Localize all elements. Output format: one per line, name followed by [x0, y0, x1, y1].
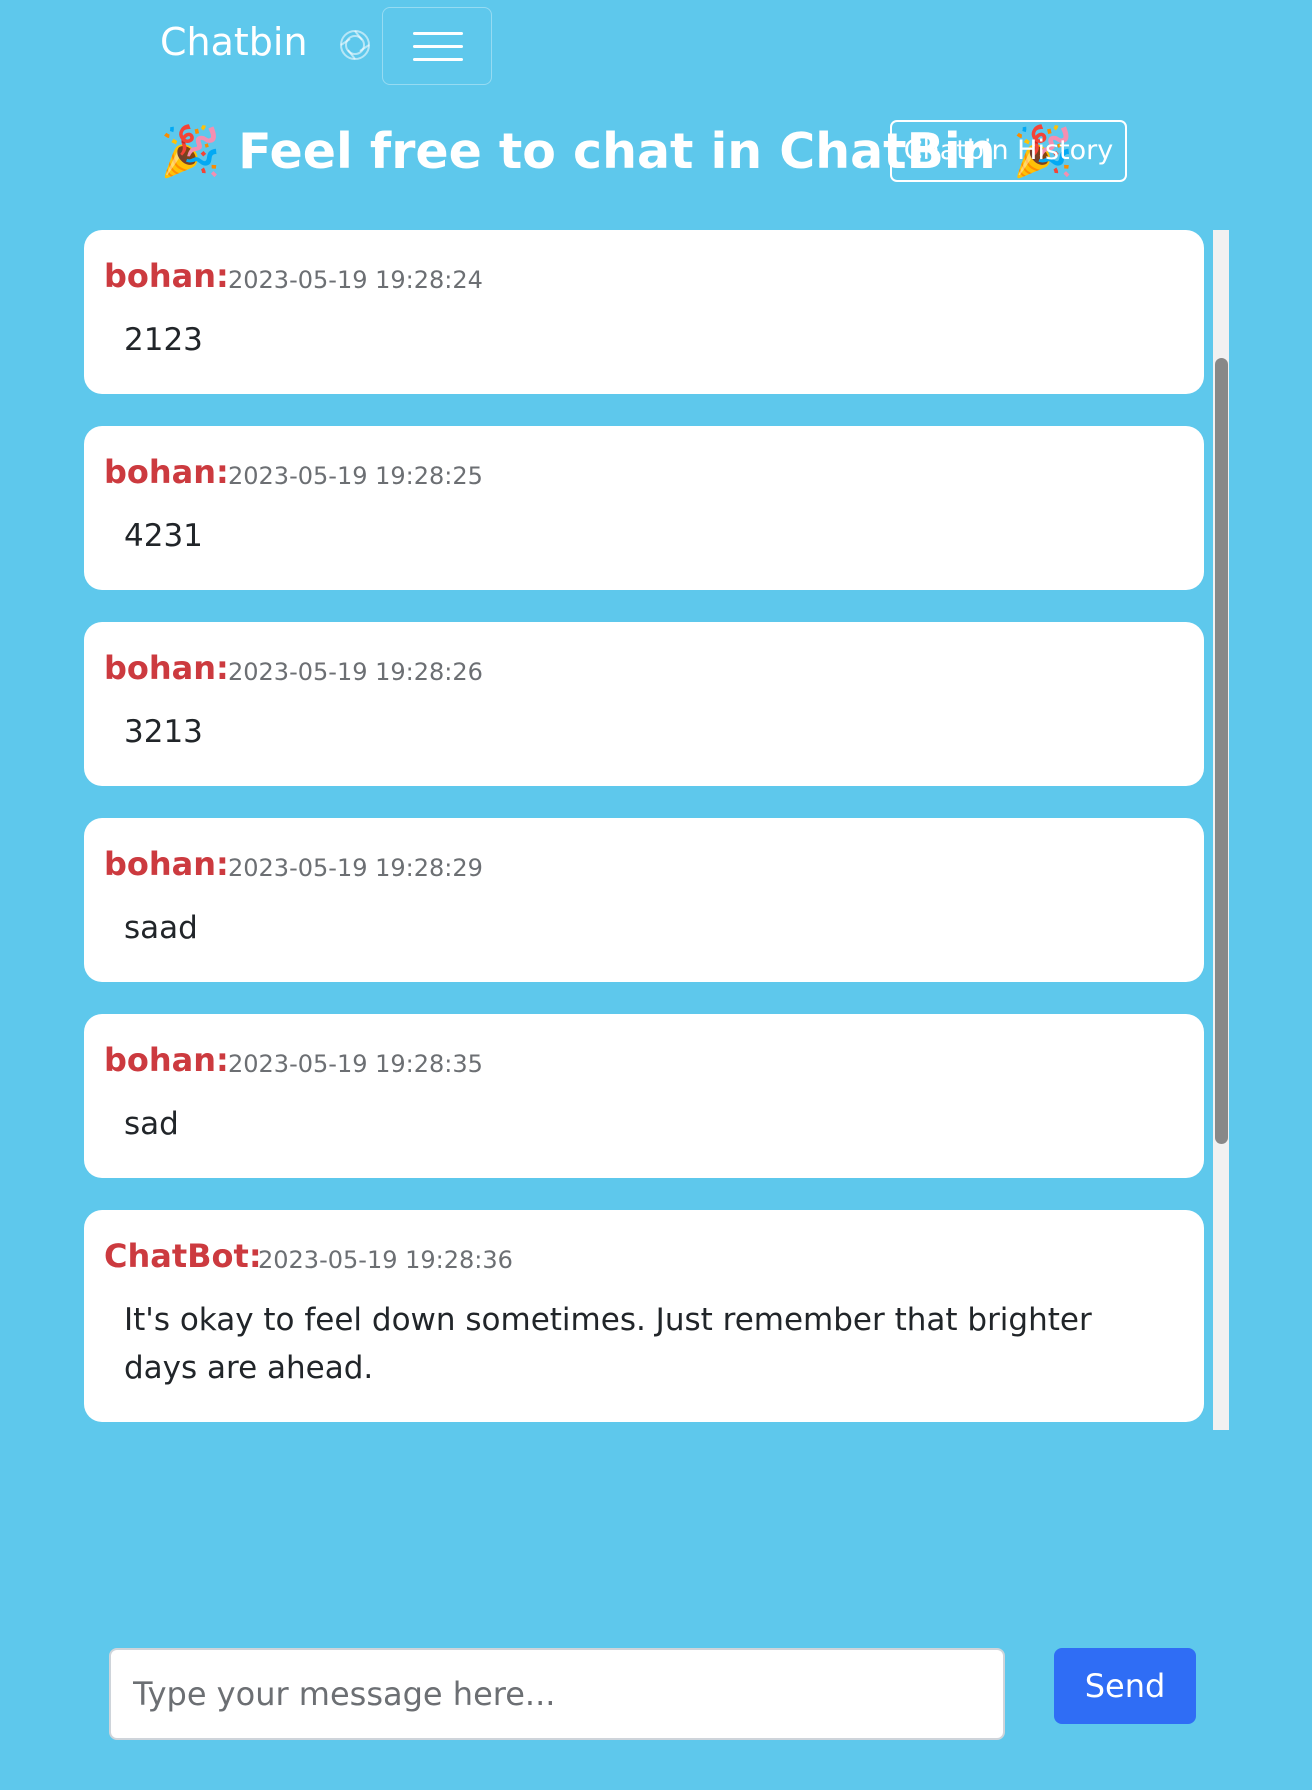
hamburger-menu-icon-bar — [413, 45, 463, 48]
message-timestamp: 2023-05-19 19:28:36 — [258, 1246, 513, 1274]
message-card: bohan: 2023-05-19 19:28:26 3213 — [84, 622, 1204, 786]
brand-name[interactable]: Chatbin — [160, 18, 308, 66]
message-timestamp: 2023-05-19 19:28:26 — [228, 658, 483, 686]
message-timestamp: 2023-05-19 19:28:24 — [228, 266, 483, 294]
message-text: It's okay to feel down sometimes. Just r… — [124, 1302, 1092, 1386]
hamburger-menu-button[interactable] — [382, 7, 492, 85]
message-text: 2123 — [124, 322, 203, 358]
message-card: bohan: 2023-05-19 19:28:25 4231 — [84, 426, 1204, 590]
message-text: sad — [124, 1106, 179, 1142]
send-button[interactable]: Send — [1054, 1648, 1196, 1724]
message-timestamp: 2023-05-19 19:28:25 — [228, 462, 483, 490]
message-card: ChatBot: 2023-05-19 19:28:36 It's okay t… — [84, 1210, 1204, 1422]
message-timestamp: 2023-05-19 19:28:29 — [228, 854, 483, 882]
navbar: Chatbin — [0, 0, 1312, 92]
message-text: 4231 — [124, 518, 203, 554]
message-text: 3213 — [124, 714, 203, 750]
message-text: saad — [124, 910, 198, 946]
message-sender: bohan: — [104, 1041, 229, 1079]
spinner-icon — [340, 30, 370, 60]
hamburger-menu-icon — [413, 32, 463, 35]
chat-scrollbar-thumb[interactable] — [1215, 358, 1228, 1144]
page-header: 🎉 Feel free to chat in ChatBin 🎉 Chatbin… — [0, 110, 1312, 198]
message-sender: bohan: — [104, 453, 229, 491]
chatbin-history-button[interactable]: Chatbin History — [890, 120, 1127, 182]
hamburger-menu-icon-bar — [413, 58, 463, 61]
message-input[interactable] — [109, 1648, 1005, 1740]
message-sender: ChatBot: — [104, 1237, 262, 1275]
message-card: bohan: 2023-05-19 19:28:24 2123 — [84, 230, 1204, 394]
message-card: bohan: 2023-05-19 19:28:29 saad — [84, 818, 1204, 982]
message-card: bohan: 2023-05-19 19:28:35 sad — [84, 1014, 1204, 1178]
message-sender: bohan: — [104, 845, 229, 883]
message-sender: bohan: — [104, 649, 229, 687]
message-timestamp: 2023-05-19 19:28:35 — [228, 1050, 483, 1078]
message-sender: bohan: — [104, 257, 229, 295]
chat-messages[interactable]: bohan: 2023-05-19 19:28:24 2123 bohan: 2… — [84, 230, 1230, 1430]
